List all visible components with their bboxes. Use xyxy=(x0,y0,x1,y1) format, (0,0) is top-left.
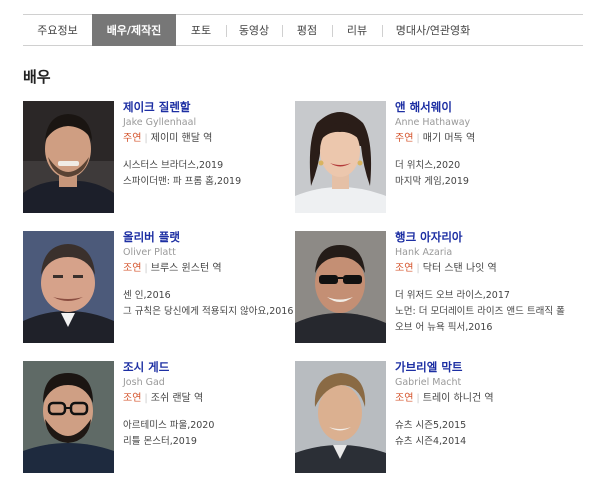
role-name: 브루스 윈스턴 역 xyxy=(150,263,222,274)
role-name: 제이미 핸달 역 xyxy=(150,133,213,144)
actor-card: 제이크 질렌할 Jake Gyllenhaal 주연 | 제이미 핸달 역 시스터스… xyxy=(23,101,293,216)
actor-info: 올리버 플랫 Oliver Platt 조연 | 브루스 윈스턴 역 센 인,201… xyxy=(123,231,295,320)
role-type-label: 조연 xyxy=(123,263,142,274)
filmography-list: 더 위저드 오브 라이스,2017 노먼: 더 모더레이트 라이즈 앤드 트래직… xyxy=(395,288,567,336)
actor-photo[interactable] xyxy=(295,101,386,213)
actor-english-name: Josh Gad xyxy=(123,377,165,388)
role-separator: | xyxy=(144,263,148,274)
actor-english-name: Gabriel Macht xyxy=(395,377,462,388)
actor-info: 행크 아자리아 Hank Azaria 조연 | 닥터 스탠 나잇 역 더 위저드 … xyxy=(395,231,567,336)
role-type-label: 조연 xyxy=(123,393,142,404)
actor-name-link[interactable]: 올리버 플랫 xyxy=(123,231,295,244)
filmography-list: 아르테미스 파울,2020 리틀 몬스터,2019 xyxy=(123,418,295,450)
actor-role-line: 조연 | 트레이 하니건 역 xyxy=(395,392,567,406)
filmography-item[interactable]: 아르테미스 파울,2020 xyxy=(123,418,295,434)
filmography-item[interactable]: 더 위저드 오브 라이스,2017 xyxy=(395,288,567,304)
section-title: 배우 xyxy=(23,68,51,86)
actor-english-name: Oliver Platt xyxy=(123,247,176,258)
actor-photo[interactable] xyxy=(23,361,114,473)
actor-name-link[interactable]: 제이크 질렌할 xyxy=(123,101,295,114)
actor-photo[interactable] xyxy=(295,231,386,343)
role-name: 매기 머독 역 xyxy=(422,133,476,144)
actor-name-link[interactable]: 행크 아자리아 xyxy=(395,231,567,244)
actor-card: 조시 게드 Josh Gad 조연 | 조쉬 랜달 역 아르테미스 파울,2020 … xyxy=(23,361,293,476)
actor-photo[interactable] xyxy=(23,231,114,343)
filmography-item[interactable]: 그 규칙은 당신에게 적용되지 않아요,2016 xyxy=(123,304,295,320)
tab-cast-crew[interactable]: 배우/제작진 xyxy=(92,14,176,46)
role-type-label: 조연 xyxy=(395,263,414,274)
filmography-list: 더 위치스,2020 마지막 게임,2019 xyxy=(395,158,567,190)
actor-english-name: Hank Azaria xyxy=(395,247,453,258)
actor-name-link[interactable]: 조시 게드 xyxy=(123,361,295,374)
actor-card: 올리버 플랫 Oliver Platt 조연 | 브루스 윈스턴 역 센 인,201… xyxy=(23,231,293,346)
filmography-item[interactable]: 시스터스 브라더스,2019 xyxy=(123,158,295,174)
filmography-item[interactable]: 노먼: 더 모더레이트 라이즈 앤드 트래직 폴 오브 어 뉴욕 픽서,2016 xyxy=(395,304,567,336)
filmography-item[interactable]: 슈츠 시즌4,2014 xyxy=(395,434,567,450)
filmography-item[interactable]: 센 인,2016 xyxy=(123,288,295,304)
actor-card: 가브리엘 막트 Gabriel Macht 조연 | 트레이 하니건 역 슈츠 시즌… xyxy=(295,361,565,476)
tab-quotes-related[interactable]: 명대사/연관영화 xyxy=(382,15,484,45)
actor-card: 행크 아자리아 Hank Azaria 조연 | 닥터 스탠 나잇 역 더 위저드 … xyxy=(295,231,565,346)
role-name: 닥터 스탠 나잇 역 xyxy=(422,263,497,274)
actor-english-name: Anne Hathaway xyxy=(395,117,471,128)
actor-card: 앤 해서웨이 Anne Hathaway 주연 | 매기 머독 역 더 위치스,20… xyxy=(295,101,565,216)
filmography-item[interactable]: 리틀 몬스터,2019 xyxy=(123,434,295,450)
filmography-list: 슈츠 시즌5,2015 슈츠 시즌4,2014 xyxy=(395,418,567,450)
filmography-list: 시스터스 브라더스,2019 스파이더맨: 파 프롬 홈,2019 xyxy=(123,158,295,190)
role-separator: | xyxy=(144,133,148,144)
filmography-item[interactable]: 더 위치스,2020 xyxy=(395,158,567,174)
role-type-label: 주연 xyxy=(395,133,414,144)
actor-name-link[interactable]: 가브리엘 막트 xyxy=(395,361,567,374)
role-type-label: 주연 xyxy=(123,133,142,144)
actor-name-link[interactable]: 앤 해서웨이 xyxy=(395,101,567,114)
role-type-label: 조연 xyxy=(395,393,414,404)
actor-info: 조시 게드 Josh Gad 조연 | 조쉬 랜달 역 아르테미스 파울,2020 … xyxy=(123,361,295,450)
tab-review[interactable]: 리뷰 xyxy=(332,15,382,45)
actor-role-line: 조연 | 닥터 스탠 나잇 역 xyxy=(395,262,567,276)
actor-role-line: 주연 | 매기 머독 역 xyxy=(395,132,567,146)
role-name: 트레이 하니건 역 xyxy=(422,393,494,404)
filmography-item[interactable]: 스파이더맨: 파 프롬 홈,2019 xyxy=(123,174,295,190)
actor-info: 가브리엘 막트 Gabriel Macht 조연 | 트레이 하니건 역 슈츠 시즌… xyxy=(395,361,567,450)
actor-info: 제이크 질렌할 Jake Gyllenhaal 주연 | 제이미 핸달 역 시스터스… xyxy=(123,101,295,190)
tab-main-info[interactable]: 주요정보 xyxy=(23,15,92,45)
role-separator: | xyxy=(416,133,420,144)
actor-role-line: 주연 | 제이미 핸달 역 xyxy=(123,132,295,146)
role-separator: | xyxy=(144,393,148,404)
actor-photo[interactable] xyxy=(295,361,386,473)
tab-bar: 주요정보 배우/제작진 포토 동영상 평점 리뷰 명대사/연관영화 xyxy=(23,14,583,46)
role-separator: | xyxy=(416,393,420,404)
actor-info: 앤 해서웨이 Anne Hathaway 주연 | 매기 머독 역 더 위치스,20… xyxy=(395,101,567,190)
role-name: 조쉬 랜달 역 xyxy=(150,393,204,404)
filmography-list: 센 인,2016 그 규칙은 당신에게 적용되지 않아요,2016 xyxy=(123,288,295,320)
actor-english-name: Jake Gyllenhaal xyxy=(123,117,197,128)
actor-role-line: 조연 | 브루스 윈스턴 역 xyxy=(123,262,295,276)
tab-photo[interactable]: 포토 xyxy=(176,15,226,45)
actor-role-line: 조연 | 조쉬 랜달 역 xyxy=(123,392,295,406)
filmography-item[interactable]: 마지막 게임,2019 xyxy=(395,174,567,190)
role-separator: | xyxy=(416,263,420,274)
tab-video[interactable]: 동영상 xyxy=(226,15,282,45)
actor-photo[interactable] xyxy=(23,101,114,213)
tab-rating[interactable]: 평점 xyxy=(282,15,332,45)
filmography-item[interactable]: 슈츠 시즌5,2015 xyxy=(395,418,567,434)
